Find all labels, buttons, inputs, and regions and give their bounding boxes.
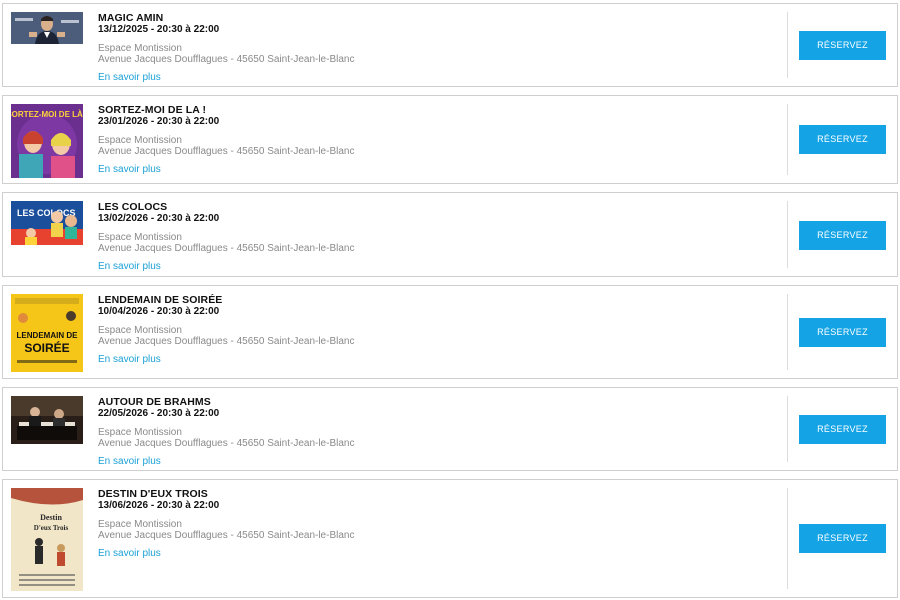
poster-title-line-1: Destin [40,513,62,522]
more-info-link[interactable]: En savoir plus [98,548,161,559]
reserve-button[interactable]: RÉSERVEZ [799,524,886,553]
event-info: MAGIC AMIN 13/12/2025 - 20:30 à 22:00 Es… [98,12,354,85]
event-card: LENDEMAIN DE SOIRÉE LENDEMAIN DE SOIRÉE … [2,285,898,379]
event-datetime: 23/01/2026 - 20:30 à 22:00 [98,116,220,127]
event-venue: Espace Montission [98,519,182,530]
event-info: AUTOUR DE BRAHMS 22/05/2026 - 20:30 à 22… [98,396,354,469]
divider [787,201,788,268]
poster-title-text: SORTEZ-MOI DE LÀ ! [11,110,83,119]
event-datetime: 13/02/2026 - 20:30 à 22:00 [98,213,220,224]
event-info: SORTEZ-MOI DE LA ! 23/01/2026 - 20:30 à … [98,104,354,177]
more-info-link[interactable]: En savoir plus [98,456,161,467]
event-datetime: 13/12/2025 - 20:30 à 22:00 [98,24,220,35]
event-info: LENDEMAIN DE SOIRÉE 10/04/2026 - 20:30 à… [98,294,354,367]
event-address: Avenue Jacques Doufflagues - 45650 Saint… [98,243,355,254]
event-address: Avenue Jacques Doufflagues - 45650 Saint… [98,336,355,347]
event-info: DESTIN D'EUX TROIS 13/06/2026 - 20:30 à … [98,488,354,561]
event-address: Avenue Jacques Doufflagues - 45650 Saint… [98,530,355,541]
event-card: LES COLOCS LES COLOCS 13/02/2026 - 20:30… [2,192,898,277]
poster-title-text: LES COLOCS [17,208,76,218]
divider [787,396,788,462]
event-datetime: 22/05/2026 - 20:30 à 22:00 [98,408,220,419]
event-card: SORTEZ-MOI DE LÀ ! SORTEZ-MOI DE LA ! 23… [2,95,898,184]
reserve-button[interactable]: RÉSERVEZ [799,31,886,60]
poster-title-line-2: D'eux Trois [34,524,69,532]
event-card: Destin D'eux Trois DESTIN D'EUX TROIS 13… [2,479,898,598]
divider [787,12,788,78]
divider [787,104,788,175]
event-venue: Espace Montission [98,43,182,54]
event-image-magician[interactable] [11,12,83,44]
event-title: AUTOUR DE BRAHMS [98,396,211,408]
event-card: MAGIC AMIN 13/12/2025 - 20:30 à 22:00 Es… [2,3,898,87]
poster-title-line-2: SOIRÉE [24,340,69,355]
more-info-link[interactable]: En savoir plus [98,261,161,272]
event-card: AUTOUR DE BRAHMS 22/05/2026 - 20:30 à 22… [2,387,898,471]
event-venue: Espace Montission [98,325,182,336]
event-image-colocs-poster[interactable]: LES COLOCS [11,201,83,245]
event-info: LES COLOCS 13/02/2026 - 20:30 à 22:00 Es… [98,201,354,274]
divider [787,488,788,589]
event-title: DESTIN D'EUX TROIS [98,488,208,500]
event-image-comedy-poster[interactable]: SORTEZ-MOI DE LÀ ! [11,104,83,178]
event-address: Avenue Jacques Doufflagues - 45650 Saint… [98,438,355,449]
divider [787,294,788,370]
event-address: Avenue Jacques Doufflagues - 45650 Saint… [98,146,355,157]
event-venue: Espace Montission [98,427,182,438]
event-image-destin-poster[interactable]: Destin D'eux Trois [11,488,83,591]
reserve-button[interactable]: RÉSERVEZ [799,415,886,444]
more-info-link[interactable]: En savoir plus [98,164,161,175]
event-title: LENDEMAIN DE SOIRÉE [98,294,223,306]
event-datetime: 10/04/2026 - 20:30 à 22:00 [98,306,220,317]
reserve-button[interactable]: RÉSERVEZ [799,318,886,347]
reserve-button[interactable]: RÉSERVEZ [799,221,886,250]
more-info-link[interactable]: En savoir plus [98,72,161,83]
event-title: MAGIC AMIN [98,12,164,24]
event-title: LES COLOCS [98,201,168,213]
reserve-button[interactable]: RÉSERVEZ [799,125,886,154]
event-title: SORTEZ-MOI DE LA ! [98,104,207,116]
event-venue: Espace Montission [98,135,182,146]
event-address: Avenue Jacques Doufflagues - 45650 Saint… [98,54,355,65]
event-image-piano-photo[interactable] [11,396,83,444]
event-venue: Espace Montission [98,232,182,243]
poster-title-line-1: LENDEMAIN DE [17,331,79,340]
event-image-lendemain-poster[interactable]: LENDEMAIN DE SOIRÉE [11,294,83,372]
more-info-link[interactable]: En savoir plus [98,354,161,365]
event-datetime: 13/06/2026 - 20:30 à 22:00 [98,500,220,511]
